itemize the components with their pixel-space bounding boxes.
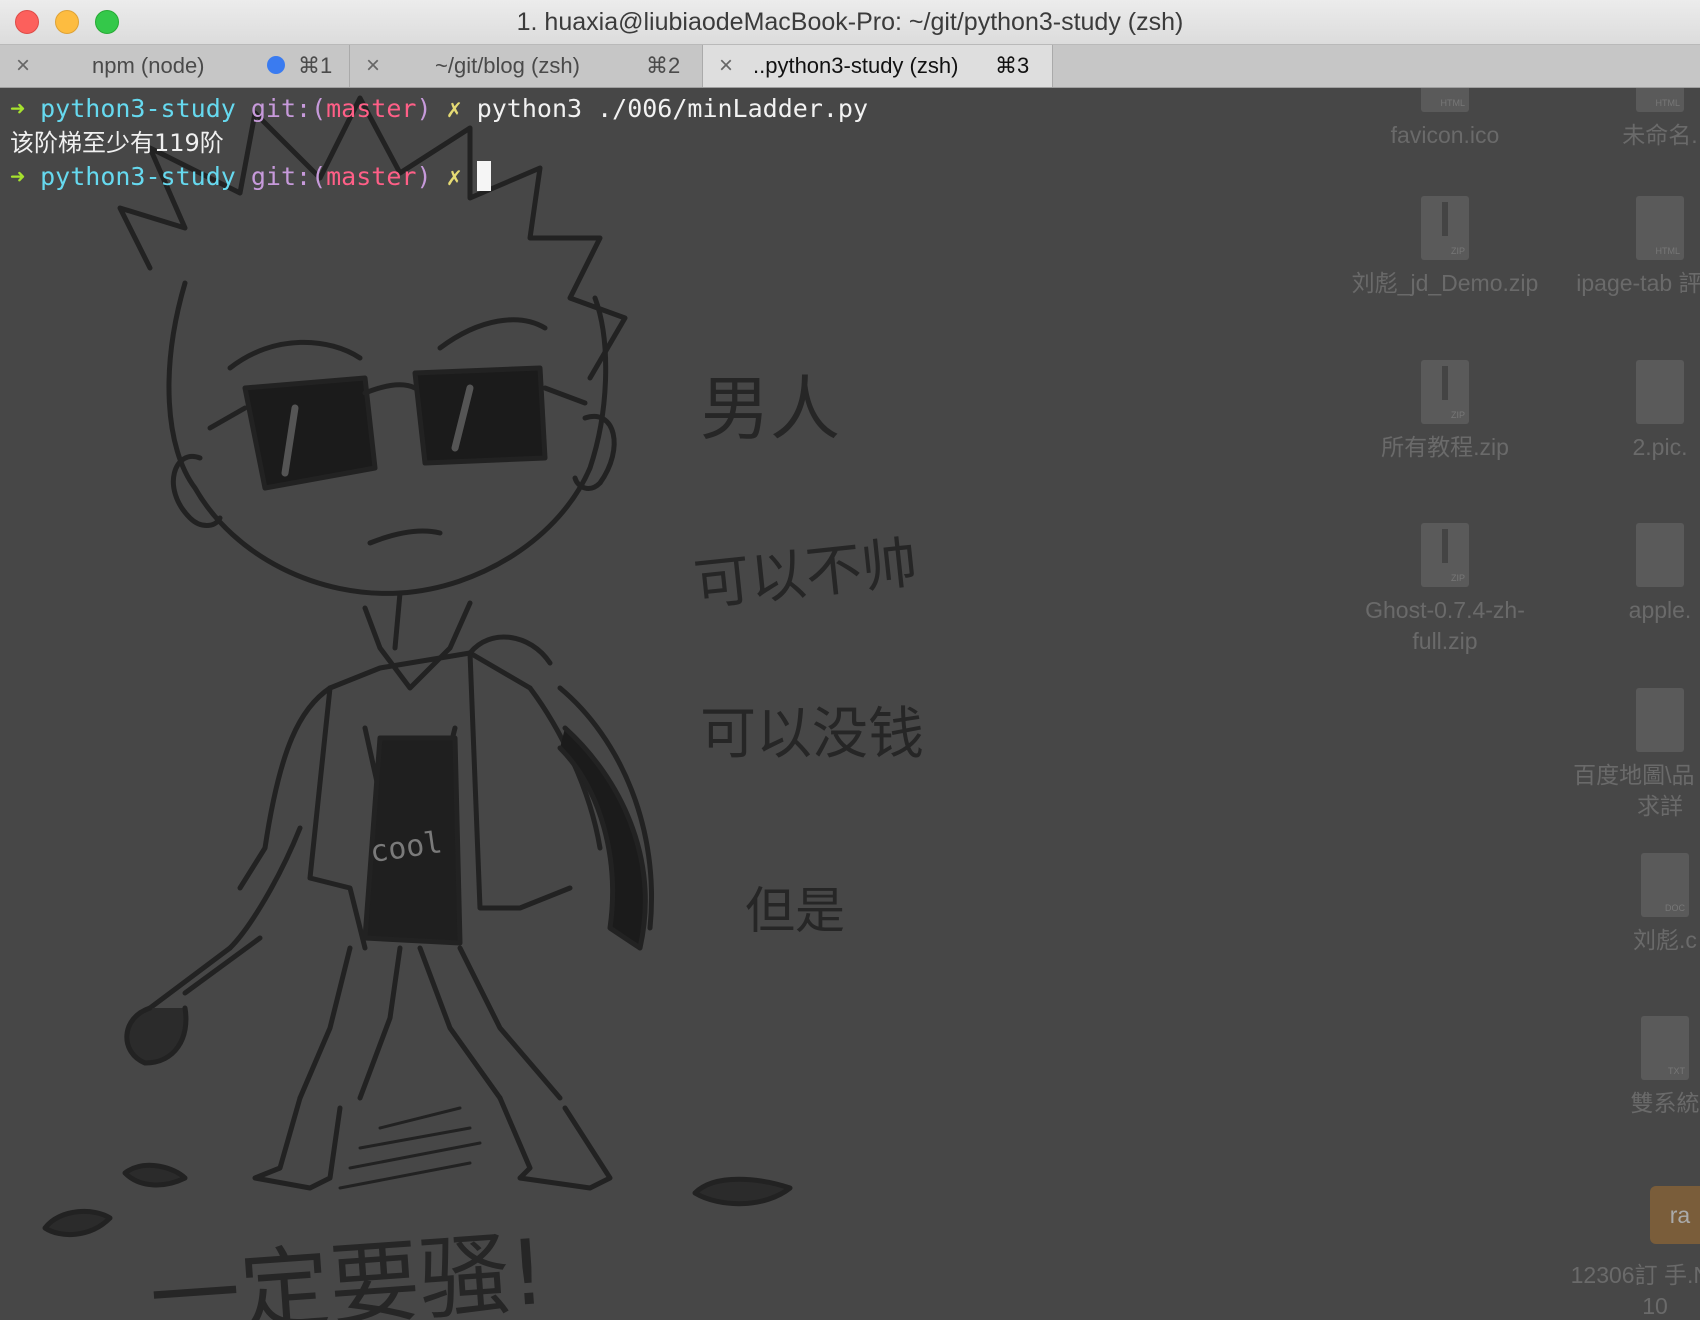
tab-npm-node[interactable]: × npm (node) ⌘1 (0, 45, 350, 87)
desktop-icon[interactable]: 12306訂 手.NET 10 (1560, 1260, 1700, 1320)
terminal-line-current: ➜ python3-study git:(master) ✗ (10, 160, 491, 194)
image-file-icon (1636, 360, 1684, 424)
desktop-icon-label: 所有教程.zip (1381, 434, 1509, 460)
desktop-icon-label: 未命名. (1622, 122, 1698, 148)
git-branch: master (326, 94, 417, 123)
tab-label: ..python3-study (zsh) (753, 53, 959, 78)
activity-indicator-icon (267, 56, 285, 74)
desktop-icon[interactable]: HTML favicon.ico (1335, 88, 1555, 151)
desktop-icon-label: 雙系統 (1630, 1090, 1700, 1116)
close-tab-icon[interactable]: × (719, 54, 733, 78)
html-file-icon: HTML (1421, 88, 1469, 112)
desktop-icon[interactable]: ZIP Ghost-0.7.4-zh-full.zip (1335, 523, 1555, 657)
cartoon-character (42, 95, 793, 1238)
html-file-icon: HTML (1636, 196, 1684, 260)
desktop-icon-label: ra (1669, 1202, 1691, 1228)
close-tab-icon[interactable]: × (16, 54, 30, 78)
desktop-icon-label: 刘彪.c (1633, 927, 1697, 953)
desktop-icon[interactable]: 百度地圖\品 期需求詳 (1570, 688, 1700, 822)
command-output: 该阶梯至少有119阶 (10, 129, 224, 157)
tab-shortcut: ⌘1 (298, 53, 333, 78)
prompt-dir: python3-study (40, 162, 236, 191)
html-file-icon: HTML (1636, 88, 1684, 112)
zip-file-icon: ZIP (1421, 196, 1469, 260)
slogan-line: 一定要骚! (147, 1220, 549, 1320)
desktop-icon[interactable]: HTML ipage-tab 評估.h (1575, 196, 1700, 299)
title-bar[interactable]: 1. huaxia@liubiaodeMacBook-Pro: ~/git/py… (0, 0, 1700, 45)
git-branch: master (326, 162, 417, 191)
dirty-marker-icon: ✗ (446, 94, 462, 123)
tab-blog-zsh[interactable]: × ~/git/blog (zsh) ⌘2 (350, 45, 703, 87)
terminal-line: ➜ python3-study git:(master) ✗ python3 .… (10, 92, 868, 126)
tab-python3-study-zsh[interactable]: × ..python3-study (zsh) ⌘3 (703, 45, 1053, 87)
tab-shortcut: ⌘2 (646, 53, 681, 78)
slogan-line: 但是 (745, 882, 845, 940)
slogan-line: 男人 (700, 368, 840, 450)
close-tab-icon[interactable]: × (366, 54, 380, 78)
desktop-icon[interactable]: HTML 未命名. (1580, 88, 1700, 151)
doc-file-icon: DOC (1641, 853, 1689, 917)
file-icon (1636, 523, 1684, 587)
tab-shortcut: ⌘3 (995, 53, 1030, 78)
prompt-arrow-icon: ➜ (10, 162, 26, 191)
zip-file-icon: ZIP (1421, 360, 1469, 424)
terminal-window: 1. huaxia@liubiaodeMacBook-Pro: ~/git/py… (0, 0, 1700, 1320)
zip-file-icon: ZIP (1421, 523, 1469, 587)
desktop-icon-label: favicon.ico (1390, 122, 1500, 148)
desktop-icon-label: 2.pic. (1632, 434, 1688, 460)
command-text: python3 ./006/minLadder.py (476, 94, 869, 123)
window-title: 1. huaxia@liubiaodeMacBook-Pro: ~/git/py… (516, 8, 1184, 36)
desktop-icon-label: apple. (1628, 597, 1692, 623)
slogan-line: 可以不帅 (691, 531, 921, 619)
txt-file-icon: TXT (1641, 1016, 1689, 1080)
desktop-icon[interactable]: TXT 雙系統 (1595, 1016, 1700, 1119)
desktop-icon-label: 百度地圖\品 期需求詳 (1573, 762, 1700, 819)
desktop-icon-label: ipage-tab 評估.h (1576, 270, 1700, 296)
tab-bar: × npm (node) ⌘1 × ~/git/blog (zsh) ⌘2 × … (0, 45, 1700, 88)
slogan-line: 可以没钱 (700, 702, 924, 767)
desktop-icon-label: 12306訂 手.NET 10 (1570, 1262, 1700, 1319)
prompt-arrow-icon: ➜ (10, 94, 26, 123)
git-suffix: ) (416, 94, 432, 123)
file-icon (1636, 688, 1684, 752)
desktop-icon[interactable]: apple. (1585, 523, 1700, 626)
git-prefix: git:( (250, 162, 327, 191)
desktop-icon[interactable]: ra (1650, 1186, 1700, 1244)
desktop-icon[interactable]: ZIP 刘彪_jd_Demo.zip (1335, 196, 1555, 299)
desktop-icon-label: Ghost-0.7.4-zh-full.zip (1365, 597, 1525, 654)
tab-label: npm (node) (92, 53, 205, 78)
git-suffix: ) (416, 162, 432, 191)
desktop-icon[interactable]: DOC 刘彪.c (1595, 853, 1700, 956)
tab-label: ~/git/blog (zsh) (435, 53, 580, 78)
git-prefix: git:( (250, 94, 327, 123)
text-cursor[interactable] (476, 161, 491, 191)
desktop-icon[interactable]: ZIP 所有教程.zip (1335, 360, 1555, 463)
prompt-dir: python3-study (40, 94, 236, 123)
desktop-icon[interactable]: 2.pic. (1585, 360, 1700, 463)
desktop-icon-label: 刘彪_jd_Demo.zip (1351, 270, 1539, 296)
terminal-content[interactable]: cool 男人 可以不帅 可以没钱 但是 一定要骚! HTML favicon.… (0, 88, 1700, 1320)
dirty-marker-icon: ✗ (446, 162, 462, 191)
